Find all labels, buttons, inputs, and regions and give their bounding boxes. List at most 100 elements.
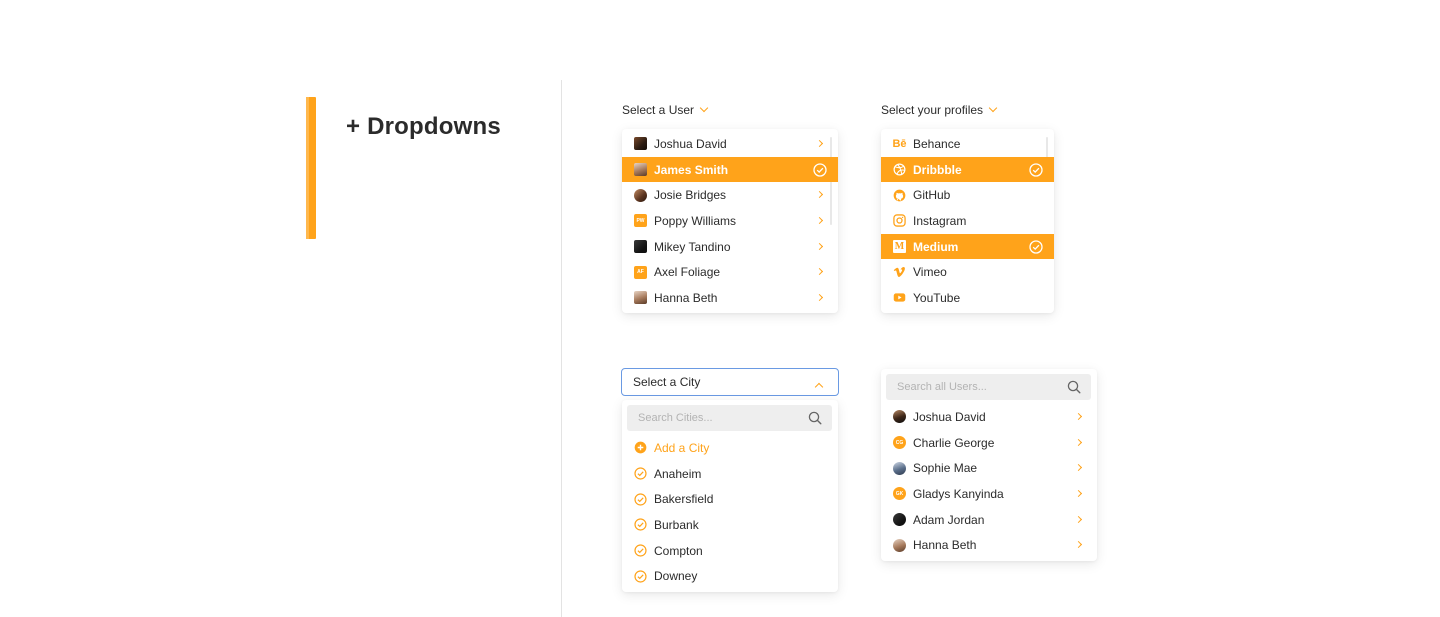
- profile-name: GitHub: [913, 188, 951, 203]
- list-item[interactable]: Anaheim: [622, 461, 838, 487]
- user-name: Joshua David: [913, 409, 986, 424]
- avatar: AF: [634, 265, 647, 279]
- profile-name: Vimeo: [913, 265, 947, 280]
- user-name: Josie Bridges: [654, 188, 727, 203]
- list-item[interactable]: Vimeo: [881, 259, 1054, 285]
- search-icon[interactable]: [1067, 380, 1081, 394]
- avatar: [893, 410, 906, 424]
- list-item[interactable]: Mikey Tandino: [622, 234, 838, 260]
- list-item[interactable]: PW Poppy Williams: [622, 208, 838, 234]
- city-name: Bakersfield: [654, 492, 714, 507]
- user-search-box: [886, 374, 1091, 400]
- profile-name: Behance: [913, 136, 961, 151]
- chevron-right-icon: [815, 216, 824, 224]
- list-item[interactable]: Hanna Beth: [622, 285, 838, 311]
- avatar: PW: [634, 214, 647, 228]
- user-name: Mikey Tandino: [654, 239, 731, 254]
- list-item[interactable]: Compton: [622, 538, 838, 564]
- list-item-selected[interactable]: M Medium: [881, 233, 1054, 260]
- user-name: James Smith: [654, 162, 729, 177]
- profiles-dropdown-label: Select your profiles: [881, 103, 984, 117]
- list-item[interactable]: Sophie Mae: [881, 455, 1097, 481]
- user-name: Poppy Williams: [654, 213, 737, 228]
- city-search-input[interactable]: [638, 412, 803, 424]
- chevron-right-icon: [815, 191, 824, 199]
- avatar: [634, 163, 647, 177]
- city-select-value: Select a City: [633, 375, 701, 389]
- list-item[interactable]: Adam Jordan: [881, 507, 1097, 533]
- user-name: Hanna Beth: [913, 538, 977, 553]
- list-item[interactable]: Hanna Beth: [881, 532, 1097, 558]
- dribbble-icon: [893, 163, 906, 176]
- check-circle-icon: [634, 570, 647, 583]
- avatar: [634, 137, 647, 151]
- list-item[interactable]: GK Gladys Kanyinda: [881, 481, 1097, 507]
- user-name: Axel Foliage: [654, 265, 721, 280]
- city-name: Compton: [654, 543, 703, 558]
- profile-name: YouTube: [913, 290, 961, 305]
- instagram-icon: [893, 214, 906, 228]
- chevron-right-icon: [815, 242, 824, 250]
- user-name: Charlie George: [913, 435, 995, 450]
- avatar: [634, 291, 647, 305]
- chevron-right-icon: [1074, 464, 1083, 472]
- avatar: [893, 461, 906, 475]
- add-city-item[interactable]: Add a City: [622, 435, 838, 461]
- user-dropdown-menu: Joshua David James Smith Josie Bridges P…: [622, 129, 838, 313]
- list-item[interactable]: GitHub: [881, 182, 1054, 208]
- chevron-right-icon: [815, 139, 824, 147]
- list-item[interactable]: Burbank: [622, 512, 838, 538]
- chevron-down-icon: [699, 103, 709, 113]
- check-circle-icon: [634, 544, 647, 557]
- search-icon[interactable]: [808, 411, 822, 425]
- chevron-right-icon: [1074, 438, 1083, 446]
- city-dropdown-menu: Add a City Anaheim Bakersfield Burbank C…: [622, 400, 838, 592]
- user-name: Joshua David: [654, 136, 727, 151]
- chevron-right-icon: [1074, 541, 1083, 549]
- user-search-input[interactable]: [897, 381, 1062, 393]
- list-item[interactable]: YouTube: [881, 285, 1054, 311]
- check-circle-icon: [634, 493, 647, 506]
- avatar: [634, 188, 647, 202]
- chevron-right-icon: [815, 268, 824, 276]
- section-title: + Dropdowns: [346, 113, 501, 140]
- avatar: [893, 538, 906, 552]
- avatar: [634, 240, 647, 254]
- list-item[interactable]: CG Charlie George: [881, 430, 1097, 456]
- check-circle-icon: [1029, 239, 1043, 254]
- city-name: Anaheim: [654, 466, 702, 481]
- section-accent-bar: [306, 97, 316, 239]
- chevron-down-icon: [988, 103, 998, 113]
- behance-icon: Bē: [892, 137, 907, 150]
- user-name: Gladys Kanyinda: [913, 486, 1004, 501]
- user-name: Sophie Mae: [913, 461, 978, 476]
- check-circle-icon: [634, 467, 647, 480]
- list-item[interactable]: AF Axel Foliage: [622, 259, 838, 285]
- chevron-up-icon: [814, 382, 824, 392]
- list-item-selected[interactable]: Dribbble: [881, 156, 1054, 183]
- list-item[interactable]: Josie Bridges: [622, 182, 838, 208]
- city-name: Burbank: [654, 517, 699, 532]
- list-item[interactable]: Bē Behance: [881, 131, 1054, 157]
- chevron-right-icon: [815, 293, 824, 302]
- vertical-divider: [561, 80, 562, 617]
- user-dropdown-trigger[interactable]: Select a User: [622, 103, 709, 117]
- list-item[interactable]: Joshua David: [881, 404, 1097, 430]
- list-item[interactable]: Downey: [622, 563, 838, 589]
- list-item-selected[interactable]: James Smith: [622, 156, 838, 183]
- user-dropdown-label: Select a User: [622, 103, 695, 117]
- list-item[interactable]: Joshua David: [622, 131, 838, 157]
- avatar: GK: [893, 487, 906, 501]
- city-name: Downey: [654, 569, 698, 584]
- chevron-right-icon: [1074, 412, 1083, 420]
- check-circle-icon: [813, 162, 827, 177]
- city-select[interactable]: Select a City: [621, 368, 839, 396]
- medium-icon: M: [893, 240, 906, 254]
- avatar: CG: [893, 436, 906, 450]
- city-search-box: [627, 405, 832, 431]
- profiles-dropdown-trigger[interactable]: Select your profiles: [881, 103, 998, 117]
- user-search-menu: Joshua David CG Charlie George Sophie Ma…: [881, 369, 1097, 561]
- list-item[interactable]: Instagram: [881, 208, 1054, 234]
- profile-name: Medium: [913, 239, 959, 254]
- list-item[interactable]: Bakersfield: [622, 486, 838, 512]
